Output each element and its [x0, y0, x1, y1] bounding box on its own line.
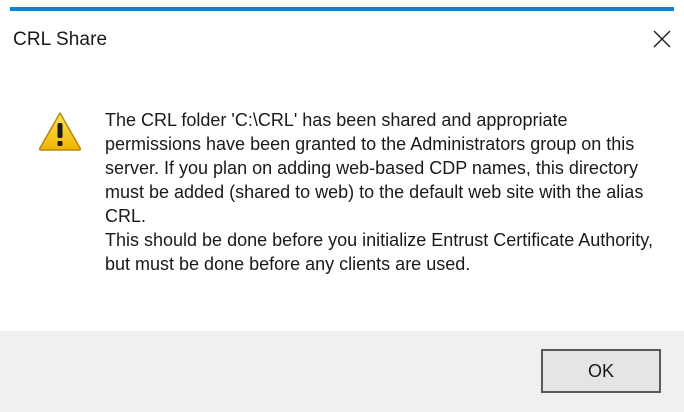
message-paragraph-1: The CRL folder 'C:\CRL' has been shared … [105, 110, 644, 226]
message-paragraph-2: This should be done before you initializ… [105, 230, 653, 274]
close-icon [653, 30, 671, 48]
title-bar[interactable]: CRL Share [0, 11, 684, 69]
warning-icon [38, 112, 82, 151]
message-text: The CRL folder 'C:\CRL' has been shared … [105, 108, 665, 276]
dialog-content: The CRL folder 'C:\CRL' has been shared … [0, 69, 684, 331]
message-dialog: CRL Share The CRL folder 'C:\CRL' has be… [0, 0, 684, 412]
ok-button[interactable]: OK [541, 349, 661, 393]
title-accent-bar [0, 0, 684, 11]
close-button[interactable] [646, 25, 678, 53]
dialog-footer: OK [0, 331, 684, 412]
dialog-title: CRL Share [13, 29, 108, 50]
